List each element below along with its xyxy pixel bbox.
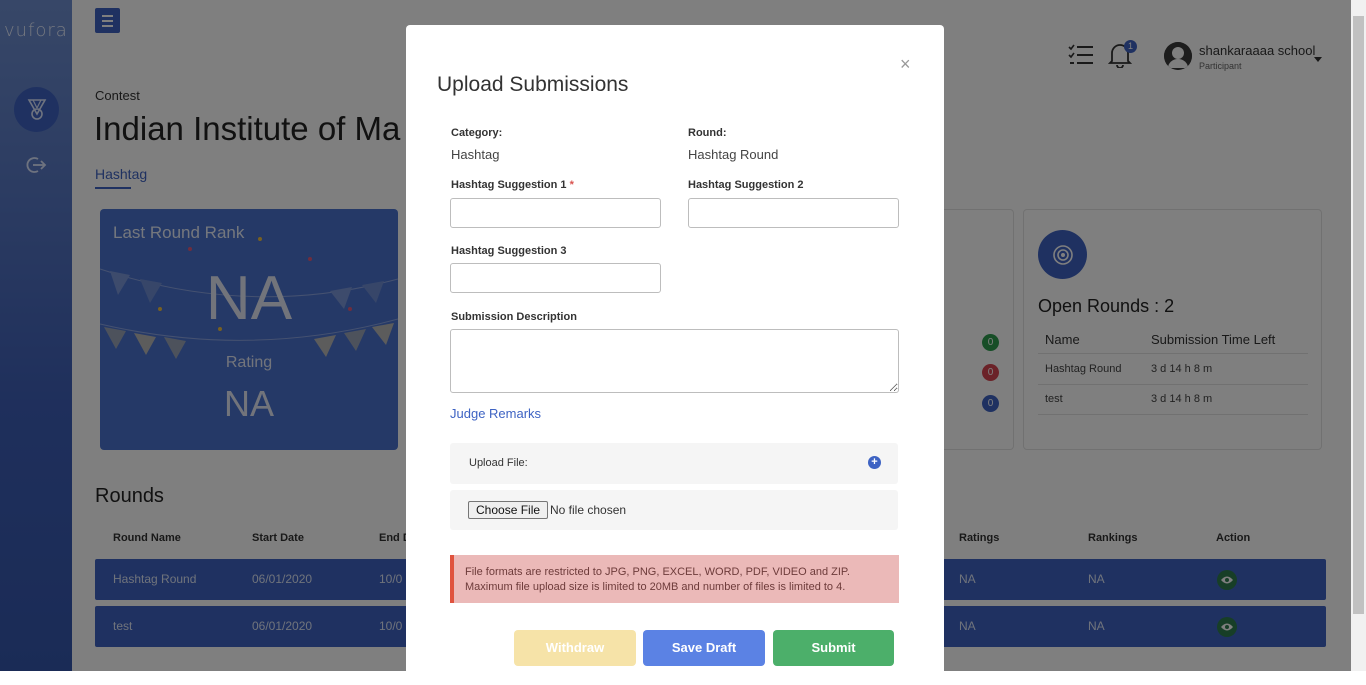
no-file-chosen-text: No file chosen [550,503,627,517]
save-draft-button[interactable]: Save Draft [643,630,765,666]
choose-file-button[interactable]: Choose File [468,501,549,519]
scrollbar-thumb[interactable] [1353,16,1364,614]
submit-button[interactable]: Submit [773,630,894,666]
scrollbar[interactable] [1351,0,1366,671]
file-input-row: Choose File No file chosen [450,490,898,530]
file-restrictions-alert: File formats are restricted to JPG, PNG,… [450,555,899,603]
close-icon[interactable]: × [900,55,911,73]
modal-title: Upload Submissions [437,73,629,96]
alert-line: File formats are restricted to JPG, PNG,… [465,566,850,578]
required-mark: * [569,179,574,191]
upload-file-label: Upload File: [469,457,528,469]
round-label: Round: [688,127,727,139]
category-value: Hashtag [451,147,500,162]
hashtag-suggestion-3-label: Hashtag Suggestion 3 [451,245,567,257]
hashtag-suggestion-2-input[interactable] [688,198,899,228]
category-label: Category: [451,127,503,139]
alert-line: Maximum file upload size is limited to 2… [465,581,846,593]
withdraw-button[interactable]: Withdraw [514,630,636,666]
upload-submissions-modal: × Upload Submissions Category: Hashtag R… [406,25,944,685]
hashtag-suggestion-1-input[interactable] [450,198,661,228]
submission-description-textarea[interactable] [450,329,899,393]
round-value: Hashtag Round [688,147,779,162]
judge-remarks-link[interactable]: Judge Remarks [450,406,541,421]
add-file-icon[interactable]: + [868,456,881,469]
hashtag-suggestion-1-label: Hashtag Suggestion 1 * [451,179,574,191]
hashtag-suggestion-2-label: Hashtag Suggestion 2 [688,179,804,191]
hashtag-suggestion-3-input[interactable] [450,263,661,293]
submission-description-label: Submission Description [451,311,577,323]
upload-file-panel: Upload File: + [450,443,898,484]
